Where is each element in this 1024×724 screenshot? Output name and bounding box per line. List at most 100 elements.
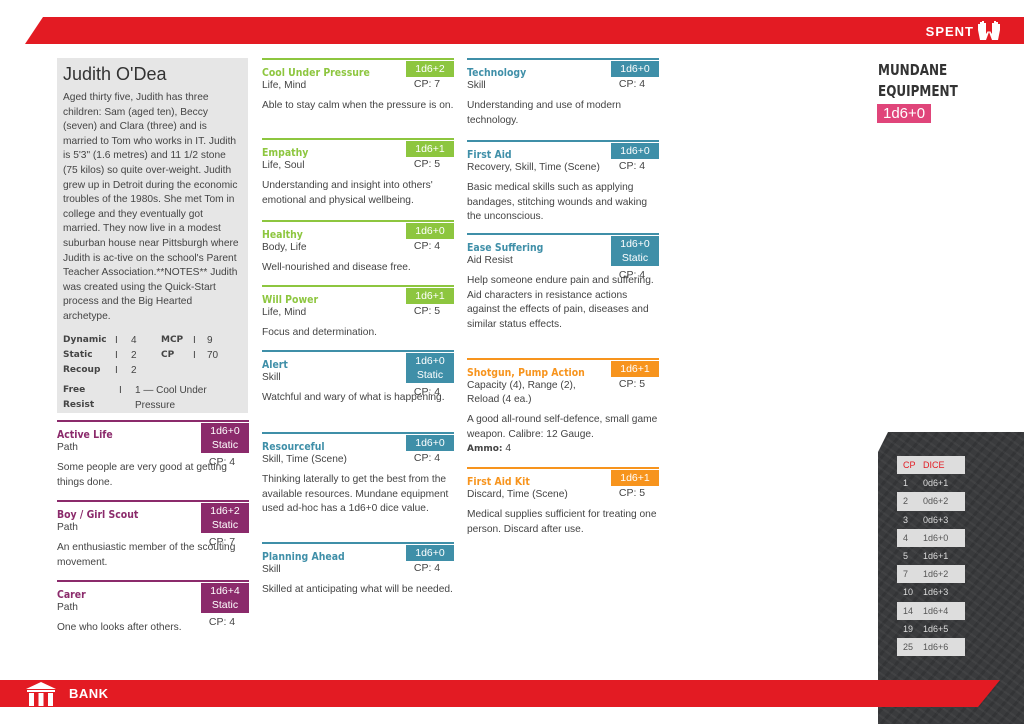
stat-value: 2 xyxy=(131,349,137,361)
trait-card: Healthy Body, Life 1d6+0 CP: 4 Well-nourishe… xyxy=(262,220,454,276)
cp-cell: 25 xyxy=(903,641,914,652)
dice-value: 1d6+1 xyxy=(620,363,650,375)
dice-value: 1d6+0 xyxy=(415,547,445,559)
dice-table-row: 19 1d6+5 xyxy=(897,620,965,638)
character-bio-panel: Judith O'Dea Aged thirty five, Judith ha… xyxy=(57,58,248,413)
dice-table-row: 25 1d6+6 xyxy=(897,637,965,657)
cp-cell: 2 xyxy=(903,496,909,507)
trait-description: Focus and determination. xyxy=(262,327,377,338)
trait-title: First Aid Kit xyxy=(467,475,530,488)
trait-card: Resourceful Skill, Time (Scene) 1d6+0 CP: 4… xyxy=(262,432,454,517)
trait-description: Able to stay calm when the pressure is o… xyxy=(262,100,454,111)
trait-card: Will Power Life, Mind 1d6+1 CP: 5 Focus and … xyxy=(262,285,454,341)
stat-separator: I xyxy=(115,364,118,376)
static-label: Static xyxy=(621,252,649,264)
trait-title: Ease Suffering xyxy=(467,241,544,254)
dice-table-row: 14 1d6+4 xyxy=(897,601,965,620)
trait-card: Cool Under Pressure Life, Mind 1d6+2 CP: 7 A… xyxy=(262,58,454,114)
dice-table-row: 2 0d6+2 xyxy=(897,492,965,511)
free-resist-value: 1 — Cool Under Pressure xyxy=(135,384,207,411)
trait-title: Carer xyxy=(57,588,86,601)
static-label: Static xyxy=(211,439,239,451)
stat-value: 70 xyxy=(207,349,219,361)
cp-value: CP: 4 xyxy=(618,78,646,90)
dice-table-row: 10 1d6+3 xyxy=(897,583,965,601)
dice-badge: 1d6+1 xyxy=(611,361,659,377)
dice-cell: 1d6+3 xyxy=(923,587,949,598)
trait-type: Aid Resist xyxy=(467,255,513,266)
dice-badge: 1d6+4 Static xyxy=(201,583,249,613)
dice-value: 1d6+0 xyxy=(620,145,650,157)
stat-value: 4 xyxy=(131,334,137,346)
stat-separator: I xyxy=(115,349,118,361)
trait-description: Understanding and use of modern technolo… xyxy=(467,100,622,126)
cp-value: CP: 7 xyxy=(208,536,236,548)
cp-cell: 4 xyxy=(903,532,909,543)
trait-type: Skill xyxy=(262,372,281,383)
trait-type: Life, Mind xyxy=(262,80,307,91)
mundane-title-line2: EQUIPMENT xyxy=(878,82,958,100)
dice-badge: 1d6+0 xyxy=(611,143,659,159)
trait-card: First Aid Recovery, Skill, Time (Scene) 1d… xyxy=(467,140,659,225)
trait-description: A good all-round self-defence, small gam… xyxy=(467,414,658,440)
cp-cell: 3 xyxy=(903,514,909,525)
trait-card: Shotgun, Pump Action Capacity (4), Range … xyxy=(467,358,659,457)
dice-cell: 1d6+2 xyxy=(923,569,949,580)
trait-title: Alert xyxy=(262,358,288,371)
trait-type: Life, Mind xyxy=(262,307,307,318)
stat-label: CP xyxy=(161,349,175,360)
dice-value: 1d6+4 xyxy=(210,585,240,597)
stat-value: 2 xyxy=(131,364,137,376)
cp-value: CP: 4 xyxy=(208,456,236,468)
character-bio: Aged thirty five, Judith has three child… xyxy=(63,92,239,322)
raised-hands-icon xyxy=(978,21,1000,40)
spent-label: SPENT xyxy=(925,24,974,39)
trait-type: Skill xyxy=(467,80,486,91)
cp-cell: 5 xyxy=(903,550,909,561)
cp-cell: 14 xyxy=(903,605,914,616)
trait-description: Help someone endure pain and suffering. … xyxy=(467,275,654,330)
dice-cell: 0d6+1 xyxy=(923,478,949,489)
trait-title: Healthy xyxy=(262,228,303,241)
dice-cell: 1d6+6 xyxy=(923,641,949,652)
stat-separator: I xyxy=(119,384,122,396)
stat-label: MCP xyxy=(161,334,184,345)
dice-badge: 1d6+0 xyxy=(406,435,454,451)
dice-value: 1d6+0 xyxy=(415,225,445,237)
dice-cell: 0d6+3 xyxy=(923,514,949,525)
cp-value: CP: 5 xyxy=(413,158,441,170)
stat-row: Dynamic I 4 MCP I 9 xyxy=(63,333,242,348)
cp-cell: 10 xyxy=(903,587,914,598)
trait-type: Path xyxy=(57,522,78,533)
trait-card: Alert Skill 1d6+0 Static CP: 4 Watchful and w… xyxy=(262,350,454,406)
character-name: Judith O'Dea xyxy=(63,64,167,84)
stat-label: Static xyxy=(63,349,93,360)
dice-value: 1d6+0 xyxy=(210,425,240,437)
mundane-equipment-title: MUNDANE EQUIPMENT xyxy=(878,60,958,102)
cp-value: CP: 5 xyxy=(618,378,646,390)
stat-row: Static I 2 CP I 70 xyxy=(63,348,242,363)
stat-label: Recoup xyxy=(63,364,101,375)
bank-label: BANK xyxy=(69,686,109,701)
dice-value: 1d6+2 xyxy=(415,63,445,75)
trait-card: Carer Path 1d6+4 Static CP: 4 One who looks a… xyxy=(57,580,249,636)
trait-type: Life, Soul xyxy=(262,160,305,171)
trait-title: Empathy xyxy=(262,146,309,159)
cp-cell: 7 xyxy=(903,569,909,580)
stat-label: Dynamic xyxy=(63,334,107,345)
cp-value: CP: 7 xyxy=(413,78,441,90)
trait-card: Active Life Path 1d6+0 Static CP: 4 Some peop… xyxy=(57,420,249,490)
cp-cell: 1 xyxy=(903,478,909,489)
cp-cell: 19 xyxy=(903,623,914,634)
trait-title: Shotgun, Pump Action xyxy=(467,366,585,379)
cp-value: CP: 4 xyxy=(618,269,646,281)
cp-value: CP: 5 xyxy=(413,305,441,317)
trait-title: Will Power xyxy=(262,293,319,306)
dice-table: CP DICE 1 0d6+1 2 0d6+2 3 0d6+3 4 1d6+0 5 1d6+1 7 1d6… xyxy=(897,456,965,657)
ammo-value: 4 xyxy=(505,443,512,455)
dice-badge: 1d6+0 Static xyxy=(201,423,249,453)
trait-type: Body, Life xyxy=(262,242,307,253)
dice-badge: 1d6+0 Static xyxy=(406,353,454,383)
free-resist-row: Free Resist I 1 — Cool Under Pressure xyxy=(63,383,242,413)
trait-card: Ease Suffering Aid Resist 1d6+0 Static CP: 4… xyxy=(467,233,659,332)
